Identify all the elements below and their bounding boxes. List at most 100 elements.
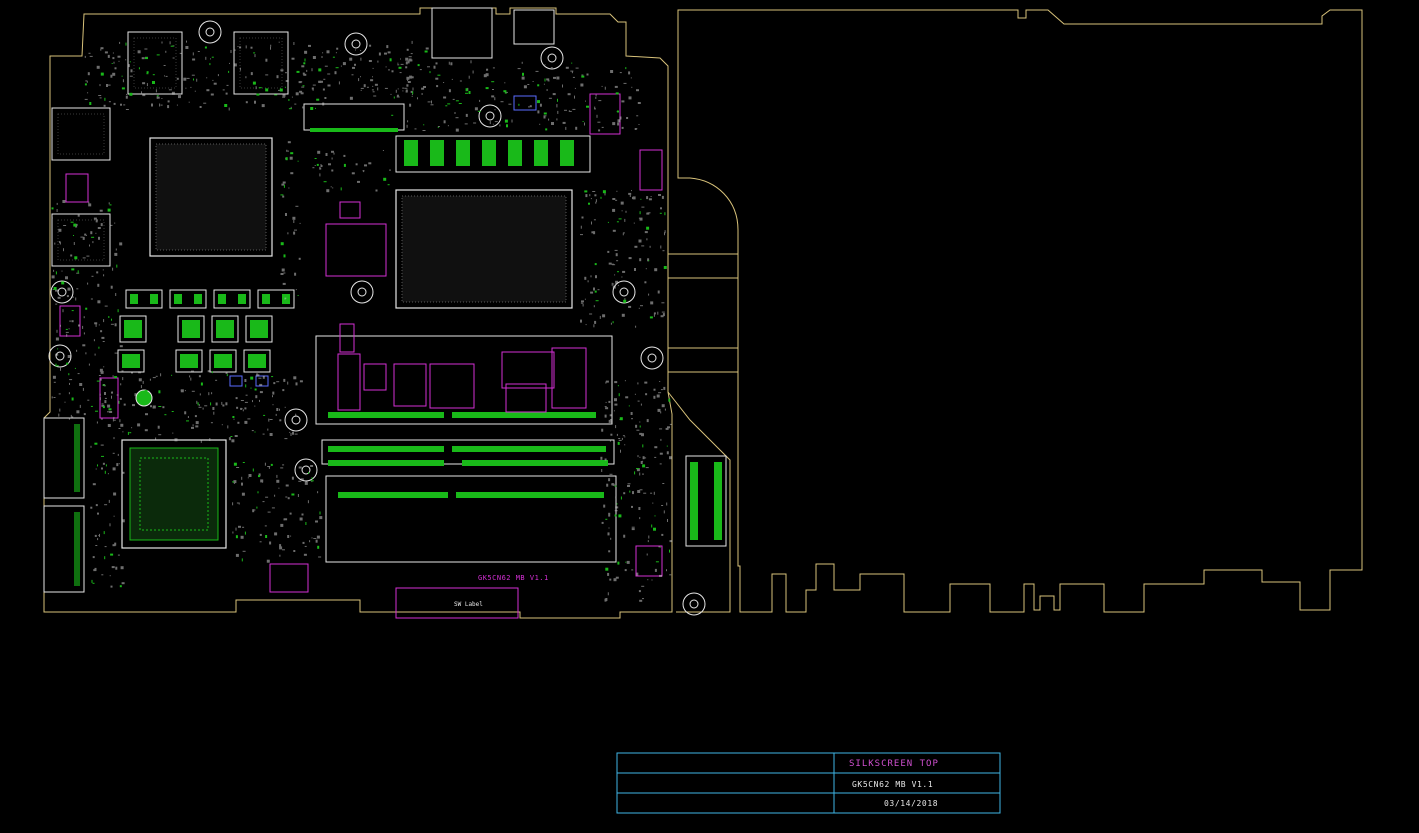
component-pad — [98, 375, 101, 376]
component-pad — [180, 389, 184, 391]
component-pad — [609, 414, 612, 417]
component-pad — [443, 96, 447, 99]
component-pad — [149, 378, 151, 381]
component-pad — [586, 73, 589, 76]
component-pad — [585, 100, 586, 102]
component-pad — [142, 94, 146, 97]
component-pad — [212, 407, 215, 410]
component-pad — [244, 420, 248, 424]
component-pad — [84, 55, 86, 58]
component-pad — [639, 211, 641, 215]
component-pad — [137, 423, 141, 427]
component-pad — [330, 186, 332, 188]
component-pad — [286, 150, 289, 152]
component-pad — [608, 512, 611, 514]
component-pad — [586, 105, 589, 108]
component-pad — [278, 487, 280, 489]
component-pad — [104, 392, 106, 395]
component-pad — [272, 391, 275, 395]
component-pad — [255, 395, 258, 399]
sodimm-slot-3 — [325, 475, 617, 563]
component-pad — [594, 320, 597, 324]
component-pad — [132, 404, 135, 407]
component-pad — [310, 465, 314, 467]
component-pad — [622, 232, 625, 234]
component-pad — [279, 88, 283, 92]
component-pad — [622, 270, 626, 273]
component-pad — [408, 56, 412, 58]
component-pad — [104, 51, 108, 54]
component-pad — [53, 269, 55, 272]
component-pad — [292, 216, 296, 220]
component-pad — [641, 433, 644, 437]
component-pad — [527, 84, 530, 85]
component-pad — [666, 445, 668, 447]
component-pad — [261, 104, 265, 108]
component-pad — [360, 89, 362, 91]
component-pad — [322, 52, 324, 54]
component-pad — [206, 89, 210, 92]
component-pad — [657, 311, 659, 315]
component-pad — [165, 75, 168, 77]
component-pad — [63, 248, 64, 252]
component-pad — [102, 406, 105, 409]
component-pad — [82, 257, 86, 259]
component-pad — [293, 220, 295, 223]
main-board: GK5CN62 MB V1.1 SW Label — [43, 7, 731, 619]
component-pad — [556, 76, 560, 80]
component-pad — [256, 93, 260, 96]
component-pad — [95, 468, 97, 470]
title-block-date: 03/14/2018 — [884, 799, 938, 808]
component-pad — [485, 73, 489, 77]
component-pad — [595, 94, 597, 97]
component-pad — [352, 66, 355, 69]
component-pad — [68, 373, 70, 376]
component-pad — [648, 535, 650, 539]
memory-chip-4 — [51, 213, 111, 267]
component-pad — [63, 225, 67, 226]
component-pad — [604, 458, 607, 461]
component-pad — [298, 466, 302, 469]
component-pad — [58, 359, 61, 361]
component-pad — [617, 385, 619, 387]
component-pad — [618, 393, 620, 397]
component-pad — [331, 157, 333, 160]
component-pad — [590, 198, 592, 200]
component-pad — [125, 109, 129, 110]
component-pad — [332, 187, 334, 189]
component-pad — [325, 153, 328, 156]
component-pad — [646, 238, 648, 241]
component-pad — [52, 289, 54, 290]
component-pad — [186, 77, 190, 79]
component-pad — [545, 128, 548, 131]
component-pad — [660, 245, 662, 249]
component-pad — [210, 402, 212, 406]
component-pad — [626, 117, 629, 119]
component-pad — [110, 553, 114, 556]
component-pad — [294, 433, 298, 435]
component-pad — [137, 50, 141, 54]
component-pad — [564, 109, 567, 111]
component-pad — [382, 150, 384, 151]
component-pad — [283, 272, 286, 274]
component-pad — [122, 79, 124, 83]
component-pad — [131, 372, 133, 374]
component-pad — [311, 68, 313, 72]
component-pad — [107, 473, 109, 475]
component-pad — [191, 74, 195, 76]
component-pad — [99, 378, 102, 381]
component-pad — [71, 320, 74, 323]
component-pad — [186, 420, 189, 422]
component-pad — [280, 467, 284, 469]
component-pad — [125, 42, 127, 46]
component-pad — [200, 382, 203, 386]
component-pad — [335, 67, 339, 69]
component-pad — [242, 409, 244, 412]
component-pad — [617, 122, 620, 126]
mounting-hole-icon — [350, 280, 374, 304]
component-pad — [254, 431, 256, 433]
component-pad — [628, 71, 631, 75]
component-pad — [624, 380, 626, 382]
memory-chip-1 — [127, 31, 183, 95]
component-pad — [638, 307, 640, 309]
